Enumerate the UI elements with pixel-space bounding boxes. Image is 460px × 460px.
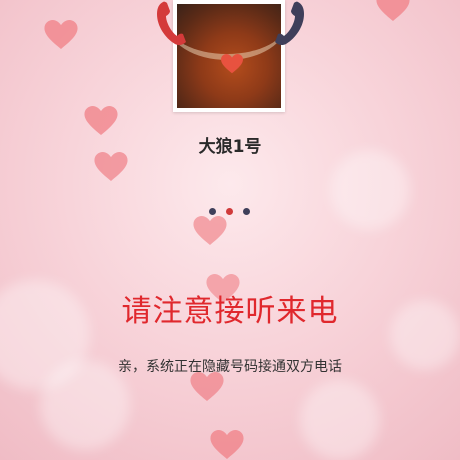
heart-icon: [210, 430, 244, 460]
call-progress-dot: [226, 208, 233, 215]
bokeh-light: [330, 150, 410, 230]
heart-icon: [376, 0, 410, 22]
avatar-photo: [177, 4, 281, 108]
incoming-call-headline: 请注意接听来电: [121, 294, 339, 329]
caller-name: 大狼1号: [198, 137, 262, 157]
bokeh-light: [300, 380, 380, 460]
phone-handset-icon: [270, 0, 306, 46]
phone-handset-icon: [155, 0, 191, 46]
hidden-number-notice: 亲，系统正在隐藏号码接通双方电话: [118, 359, 342, 375]
cup-rim: [177, 4, 281, 60]
incoming-call-screen: 大狼1号 请注意接听来电 亲，系统正在隐藏号码接通双方电话: [0, 0, 460, 460]
call-progress-dot: [209, 208, 216, 215]
heart-icon: [221, 54, 243, 74]
heart-icon: [190, 372, 224, 402]
heart-icon: [44, 20, 78, 50]
heart-icon: [193, 216, 227, 246]
call-progress-dot: [243, 208, 250, 215]
